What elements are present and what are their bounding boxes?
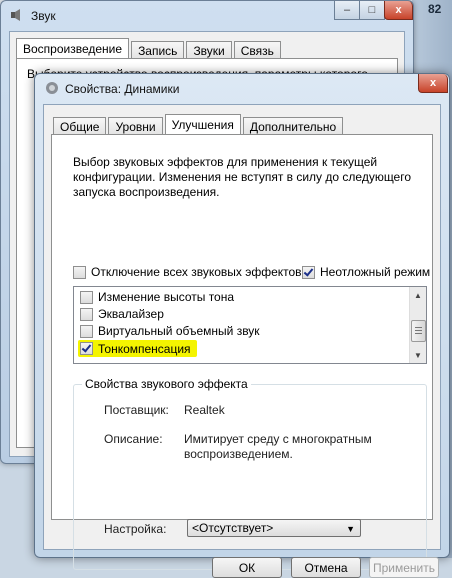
- tab-playback[interactable]: Воспроизведение: [16, 38, 130, 59]
- scroll-thumb[interactable]: [411, 320, 426, 342]
- tab-recording[interactable]: Запись: [131, 41, 185, 59]
- chevron-down-icon: ▼: [346, 524, 355, 534]
- maximize-button[interactable]: □: [359, 1, 385, 20]
- effects-scrollbar[interactable]: ▲ ▼: [409, 287, 426, 363]
- effect-checkbox[interactable]: [80, 290, 93, 304]
- description-value-line1: Имитирует среду с многократным: [184, 432, 372, 446]
- close-button[interactable]: x: [384, 1, 413, 20]
- tab-general[interactable]: Общие: [53, 117, 107, 135]
- provider-value: Realtek: [184, 403, 225, 417]
- speaker-icon: [11, 9, 20, 21]
- immediate-mode-checkbox[interactable]: [302, 265, 315, 279]
- effect-label: Изменение высоты тона: [98, 290, 235, 304]
- close-icon: x: [395, 4, 402, 16]
- settings-dropdown[interactable]: <Отсутствует> ▼: [187, 519, 361, 537]
- list-item[interactable]: Виртуальный объемный звук: [80, 323, 260, 339]
- disable-all-checkbox[interactable]: [73, 265, 86, 279]
- disable-all-option[interactable]: Отключение всех звуковых эффектов: [73, 265, 302, 279]
- scroll-up-icon[interactable]: ▲: [410, 287, 426, 303]
- tab-communications[interactable]: Связь: [233, 41, 281, 59]
- effect-properties-label: Свойства звукового эффекта: [82, 377, 251, 391]
- settings-selected-value: <Отсутствует>: [192, 521, 274, 535]
- minimize-button[interactable]: –: [334, 1, 360, 20]
- ok-button[interactable]: ОК: [212, 557, 282, 578]
- list-item[interactable]: Тонкомпенсация: [78, 340, 197, 357]
- settings-label: Настройка:: [104, 522, 167, 536]
- immediate-mode-option[interactable]: Неотложный режим: [302, 265, 430, 279]
- immediate-mode-label: Неотложный режим: [320, 265, 431, 279]
- effect-checkbox[interactable]: [80, 342, 93, 355]
- tab-levels[interactable]: Уровни: [108, 117, 163, 135]
- effect-properties-group: Свойства звукового эффекта Поставщик: Re…: [73, 377, 427, 570]
- minimize-icon: –: [343, 4, 351, 16]
- description-value-line2: воспроизведением.: [184, 447, 293, 461]
- desktop-percent-text: 82: [428, 2, 442, 16]
- sound-window-title: Звук: [31, 9, 56, 23]
- effect-label: Эквалайзер: [98, 307, 164, 321]
- cancel-button[interactable]: Отмена: [291, 557, 361, 578]
- description-label: Описание:: [104, 432, 163, 446]
- maximize-icon: □: [368, 4, 376, 16]
- enhancements-description: Выбор звуковых эффектов для применения к…: [73, 155, 412, 199]
- properties-window-title: Свойства: Динамики: [65, 82, 180, 96]
- speakers-properties-window: Свойства: Динамики x Общие Уровни Улучше…: [34, 73, 450, 578]
- speaker-properties-icon: [46, 82, 58, 94]
- effect-checkbox[interactable]: [80, 324, 93, 338]
- list-item[interactable]: Эквалайзер: [80, 306, 164, 322]
- tab-sounds[interactable]: Звуки: [186, 41, 232, 59]
- enhancements-panel: Выбор звуковых эффектов для применения к…: [51, 134, 433, 570]
- tab-enhancements[interactable]: Улучшения: [164, 114, 241, 135]
- properties-body: Общие Уровни Улучшения Дополнительно Выб…: [43, 104, 441, 578]
- properties-close-button[interactable]: x: [418, 74, 448, 93]
- effect-checkbox[interactable]: [80, 307, 93, 321]
- close-icon: x: [429, 77, 437, 89]
- disable-all-label: Отключение всех звуковых эффектов: [91, 265, 302, 279]
- apply-button[interactable]: Применить: [369, 557, 439, 578]
- list-item[interactable]: Изменение высоты тона: [80, 289, 234, 305]
- effects-list[interactable]: Изменение высоты тона Эквалайзер Виртуал…: [73, 286, 427, 364]
- provider-label: Поставщик:: [104, 403, 169, 417]
- scroll-down-icon[interactable]: ▼: [410, 347, 426, 363]
- effect-label: Виртуальный объемный звук: [98, 324, 260, 338]
- effect-label: Тонкомпенсация: [98, 341, 191, 356]
- tab-advanced[interactable]: Дополнительно: [242, 117, 344, 135]
